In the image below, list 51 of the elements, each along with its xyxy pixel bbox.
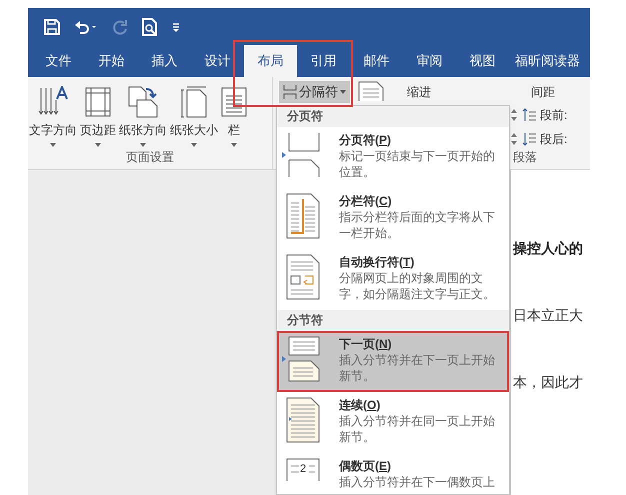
caret-icon bbox=[340, 90, 346, 94]
caret-icon bbox=[191, 143, 197, 147]
ribbon-tab[interactable]: 布局 bbox=[244, 45, 297, 77]
ribbon-button[interactable]: 文字方向 bbox=[28, 83, 78, 147]
margins-icon bbox=[85, 87, 111, 117]
menu-item[interactable]: 分页符(P) 标记一页结束与下一页开始的位置。 bbox=[277, 127, 509, 188]
menu-item[interactable]: 分栏符(C) 指示分栏符后面的文字将从下一栏开始。 bbox=[277, 188, 509, 249]
columns-icon bbox=[221, 87, 247, 117]
group-label: 段落 bbox=[513, 149, 538, 166]
page-break-icon bbox=[283, 85, 297, 99]
ribbon-button[interactable]: 栏 bbox=[220, 83, 248, 147]
ribbon-tab[interactable]: 邮件 bbox=[350, 45, 403, 77]
menu-item[interactable]: 连续(O) 插入分节符并在同一页上开始新节。 bbox=[277, 392, 509, 453]
page-orientation-icon bbox=[128, 86, 158, 118]
ribbon-tab[interactable]: 文件 bbox=[32, 45, 85, 77]
ribbon-tab[interactable]: 福昕阅读器 bbox=[509, 45, 586, 77]
ribbon-button[interactable]: 纸张方向 bbox=[118, 83, 168, 147]
ribbon-tab[interactable]: 开始 bbox=[85, 45, 138, 77]
paper-size-icon bbox=[180, 86, 208, 118]
menu-section-header: 分节符 bbox=[277, 310, 509, 331]
space-after-label: 段后: bbox=[540, 131, 568, 148]
save-icon[interactable] bbox=[44, 18, 60, 34]
menu-section-header: 分页符 bbox=[277, 106, 509, 127]
ribbon-tab[interactable]: 设计 bbox=[191, 45, 244, 77]
customize-icon[interactable] bbox=[172, 22, 180, 32]
caret-icon bbox=[231, 143, 237, 147]
indent-label: 缩进 bbox=[407, 84, 432, 101]
body-text: 本，因此才 bbox=[513, 373, 584, 392]
menu-item[interactable]: 2 偶数页(E) 插入分节符并在下一偶数页上 bbox=[277, 453, 509, 494]
ribbon-tab[interactable]: 引用 bbox=[297, 45, 350, 77]
caret-icon bbox=[95, 143, 101, 147]
ribbon-button[interactable]: 页边距 bbox=[79, 83, 117, 147]
spacing-label: 间距 bbox=[531, 84, 555, 101]
menu-item[interactable]: 自动换行符(T) 分隔网页上的对象周围的文字，如分隔题注文字与正文。 bbox=[277, 249, 509, 310]
breaks-button[interactable]: 分隔符 bbox=[279, 81, 350, 103]
group-label: 页面设置 bbox=[125, 149, 175, 166]
ribbon-tab[interactable]: 插入 bbox=[138, 45, 191, 77]
caret-icon bbox=[50, 143, 56, 147]
caret-icon bbox=[140, 143, 146, 147]
ribbon-button[interactable]: 纸张大小 bbox=[169, 83, 219, 147]
print-preview-icon[interactable] bbox=[142, 18, 158, 36]
space-after-icon bbox=[522, 132, 536, 146]
ribbon-tab[interactable]: 视图 bbox=[456, 45, 509, 77]
menu-item[interactable]: 下一页(N) 插入分节符并在下一页上开始新节。 bbox=[277, 331, 509, 392]
ribbon-tab[interactable]: 审阅 bbox=[403, 45, 456, 77]
line-numbers-icon bbox=[358, 81, 384, 101]
undo-icon[interactable] bbox=[74, 18, 98, 34]
space-before-label: 段前: bbox=[540, 107, 568, 124]
space-before-icon bbox=[522, 108, 536, 122]
body-text: 日本立正大 bbox=[513, 306, 584, 325]
heading-text: 操控人心的 bbox=[513, 239, 584, 258]
